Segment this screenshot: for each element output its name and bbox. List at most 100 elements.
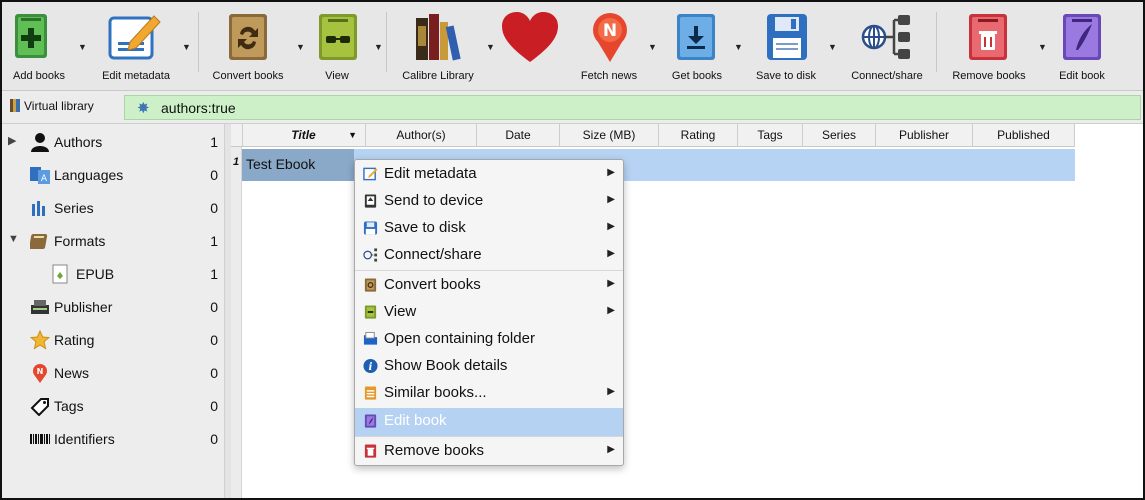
menu-item-similar-books[interactable]: Similar books... ▶: [355, 380, 623, 407]
column-header-series[interactable]: Series: [803, 124, 876, 146]
svg-text:N: N: [603, 21, 617, 41]
menu-item-save-to-disk[interactable]: Save to disk ▶: [355, 215, 623, 242]
toolbar-separator: [936, 12, 937, 72]
row-number-gutter: [231, 147, 242, 498]
chevron-down-icon[interactable]: ▼: [182, 42, 191, 52]
sidebar-item-count: 0: [210, 299, 218, 315]
menu-item-view[interactable]: View ▶: [355, 299, 623, 326]
sidebar-item-count: 0: [210, 167, 218, 183]
menu-item-label: Save to disk: [384, 219, 466, 236]
column-header-date[interactable]: Date: [477, 124, 560, 146]
sidebar-item-news[interactable]: N News 0: [2, 358, 224, 388]
column-header-authors[interactable]: Author(s): [366, 124, 477, 146]
virtual-library-button[interactable]: Virtual library: [10, 99, 94, 113]
column-label: Tags: [757, 128, 783, 142]
sidebar-item-identifiers[interactable]: Identifiers 0: [2, 424, 224, 454]
view-label: View: [325, 70, 349, 82]
chevron-down-icon[interactable]: ▼: [1038, 42, 1047, 52]
sidebar-item-count: 1: [210, 233, 218, 249]
save-to-disk-button[interactable]: ▼ Save to disk: [748, 6, 837, 90]
menu-item-send-to-device[interactable]: Send to device ▶: [355, 188, 623, 215]
svg-text:N: N: [37, 367, 44, 376]
folder-icon: [363, 331, 378, 345]
chevron-down-icon[interactable]: ▼: [8, 233, 19, 245]
languages-icon: A: [30, 167, 50, 184]
book-title: Test Ebook: [246, 156, 316, 172]
menu-item-remove-books[interactable]: Remove books ▶: [355, 438, 623, 465]
tag-browser: ▶ Authors 1 A Languages 0 Series 0 ▼ For…: [2, 124, 224, 498]
menu-item-edit-metadata[interactable]: Edit metadata ▶: [355, 161, 623, 188]
fetch-news-button[interactable]: N ▼ Fetch news: [574, 6, 657, 90]
sidebar-item-authors[interactable]: ▶ Authors 1: [2, 127, 224, 157]
barcode-icon: [30, 434, 50, 444]
calibre-library-label: Calibre Library: [402, 70, 474, 82]
column-label: Title: [291, 128, 316, 142]
library-icon: [416, 14, 461, 61]
column-label: Rating: [680, 128, 716, 142]
title-cell[interactable]: Test Ebook: [242, 149, 354, 181]
menu-item-convert-books[interactable]: Convert books ▶: [355, 272, 623, 299]
publisher-icon: [31, 300, 49, 314]
formats-icon: [30, 234, 48, 249]
sidebar-item-publisher[interactable]: Publisher 0: [2, 292, 224, 322]
get-books-button[interactable]: ▼ Get books: [664, 6, 743, 90]
toolbar-separator: [198, 12, 199, 72]
chevron-down-icon[interactable]: ▼: [734, 42, 743, 52]
menu-item-open-containing-folder[interactable]: Open containing folder: [355, 326, 623, 353]
column-header-tags[interactable]: Tags: [738, 124, 803, 146]
chevron-down-icon[interactable]: ▼: [296, 42, 305, 52]
menu-item-connect-share[interactable]: Connect/share ▶: [355, 242, 623, 269]
menu-item-show-book-details[interactable]: i Show Book details: [355, 353, 623, 380]
fetch-news-label: Fetch news: [580, 70, 638, 82]
column-header-published[interactable]: Published: [973, 124, 1075, 146]
view-button[interactable]: ▼ View: [308, 6, 383, 90]
chevron-down-icon[interactable]: ▼: [374, 42, 383, 52]
connect-share-icon: [861, 15, 910, 59]
submenu-arrow-icon: ▶: [607, 278, 615, 289]
virtual-library-icon: [10, 99, 20, 112]
remove-books-label: Remove books: [952, 70, 1026, 82]
sidebar-item-count: 0: [210, 398, 218, 414]
news-icon: N: [33, 364, 47, 383]
menu-item-label: Similar books...: [384, 384, 487, 401]
search-input[interactable]: ✸ authors:true: [124, 95, 1141, 120]
search-query-text: authors:true: [161, 100, 236, 116]
donate-button[interactable]: [500, 6, 560, 90]
sidebar-item-languages[interactable]: A Languages 0: [2, 160, 224, 190]
column-header-publisher[interactable]: Publisher: [876, 124, 973, 146]
chevron-down-icon[interactable]: ▼: [648, 42, 657, 52]
remove-books-button[interactable]: ▼ Remove books: [944, 6, 1047, 90]
sidebar-item-count: 0: [210, 431, 218, 447]
edit-book-button[interactable]: Edit book: [1052, 6, 1112, 90]
connect-share-button[interactable]: Connect/share: [844, 6, 930, 90]
convert-books-button[interactable]: ▼ Convert books: [206, 6, 305, 90]
star-icon: [30, 330, 50, 350]
chevron-down-icon[interactable]: ▼: [78, 42, 87, 52]
chevron-right-icon[interactable]: ▶: [8, 134, 16, 147]
column-header-size[interactable]: Size (MB): [560, 124, 659, 146]
sidebar-item-formats[interactable]: ▼ Formats 1: [2, 226, 224, 256]
column-header-rating[interactable]: Rating: [659, 124, 738, 146]
edit-book-icon: [364, 414, 377, 428]
add-books-button[interactable]: ▼ Add books: [6, 6, 87, 90]
send-to-device-icon: [364, 194, 377, 208]
menu-item-edit-book[interactable]: Edit book: [355, 408, 623, 436]
sidebar-item-series[interactable]: Series 0: [2, 193, 224, 223]
column-header-title[interactable]: Title ▼: [242, 124, 366, 146]
edit-metadata-button[interactable]: ▼ Edit metadata: [94, 6, 191, 90]
sidebar-item-epub[interactable]: EPUB 1: [2, 259, 224, 289]
menu-item-label: Remove books: [384, 442, 485, 459]
column-label: Series: [821, 128, 856, 142]
menu-item-label: Show Book details: [384, 357, 508, 374]
tag-icon: [30, 398, 49, 416]
calibre-library-button[interactable]: ▼ Calibre Library: [394, 6, 495, 90]
sort-indicator-icon: ▼: [348, 130, 357, 140]
sidebar-item-tags[interactable]: Tags 0: [2, 391, 224, 421]
menu-item-label: Edit book: [384, 412, 447, 429]
toolbar-separator: [386, 12, 387, 72]
sidebar-item-rating[interactable]: Rating 0: [2, 325, 224, 355]
gear-icon[interactable]: ✸: [137, 99, 150, 117]
chevron-down-icon[interactable]: ▼: [828, 42, 837, 52]
chevron-down-icon[interactable]: ▼: [486, 42, 495, 52]
save-to-disk-icon: [767, 14, 807, 60]
